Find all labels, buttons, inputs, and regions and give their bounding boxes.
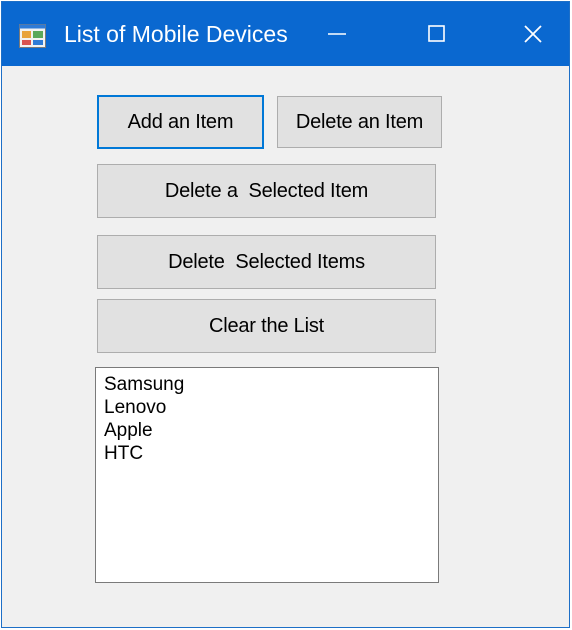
add-item-button[interactable]: Add an Item <box>97 95 264 149</box>
window-title: List of Mobile Devices <box>64 21 288 47</box>
list-item[interactable]: Samsung <box>103 373 438 396</box>
list-item[interactable]: Lenovo <box>103 396 438 419</box>
delete-selected-item-button[interactable]: Delete a Selected Item <box>97 164 436 218</box>
maximize-icon <box>428 25 445 42</box>
list-item[interactable]: Apple <box>103 419 438 442</box>
main-window: List of Mobile Devices Add an Item Delet… <box>1 1 570 628</box>
maximize-button[interactable] <box>402 2 472 66</box>
list-item[interactable]: HTC <box>103 442 438 465</box>
title-bar[interactable]: List of Mobile Devices <box>2 2 569 66</box>
close-icon <box>524 25 542 43</box>
form-client-area: Add an Item Delete an Item Delete a Sele… <box>2 66 569 627</box>
devices-listbox[interactable]: Samsung Lenovo Apple HTC <box>95 367 439 583</box>
minimize-icon <box>328 33 346 35</box>
clear-list-button[interactable]: Clear the List <box>97 299 436 353</box>
winforms-app-icon <box>19 24 46 48</box>
minimize-button[interactable] <box>302 2 372 66</box>
close-button[interactable] <box>498 2 568 66</box>
delete-selected-items-button[interactable]: Delete Selected Items <box>97 235 436 289</box>
delete-item-button[interactable]: Delete an Item <box>277 96 442 148</box>
